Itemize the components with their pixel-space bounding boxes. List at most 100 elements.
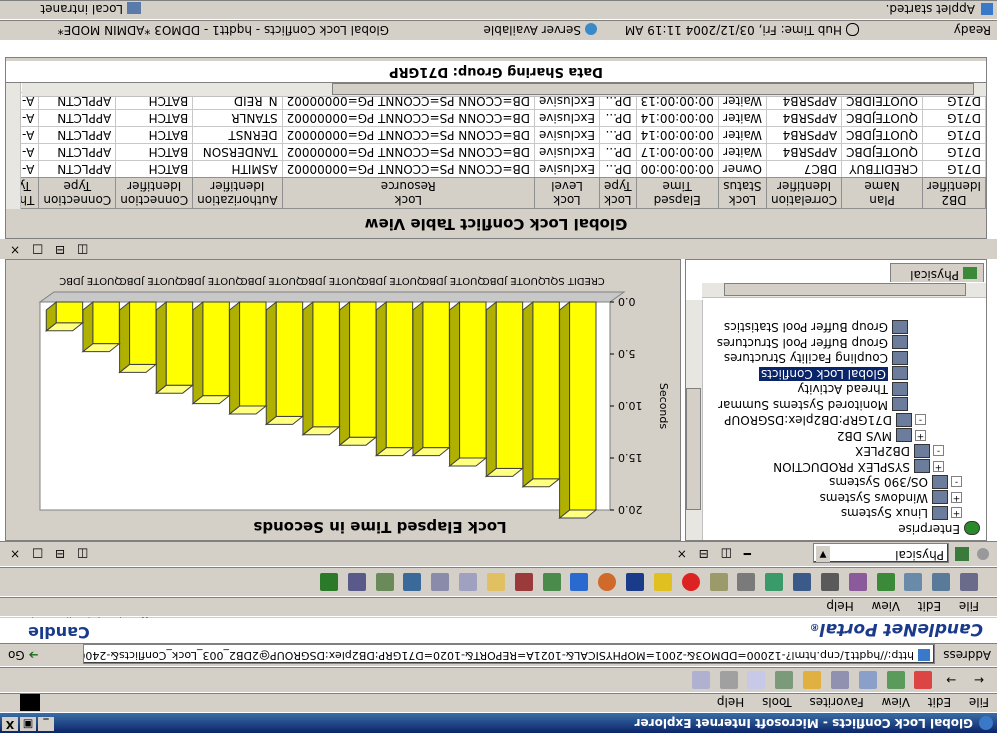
table-row[interactable]: D71G QUOTEJDBC APPSRB4 Waiter 00:00:00:14 DP.…	[6, 126, 986, 144]
tree-item[interactable]: - D71GRP:DB2plex:DSGROUP	[724, 413, 926, 428]
collapse-icon[interactable]: -	[915, 414, 926, 426]
navigator-view-select[interactable]: Physical ▼	[813, 543, 949, 563]
table-maximize-icon[interactable]: □	[32, 243, 43, 257]
menu-help[interactable]: Help	[717, 695, 744, 709]
mail-icon[interactable]	[747, 671, 766, 689]
address-input[interactable]: http://hqdtt1/cnp.html?-12000=DDMO3&-200…	[83, 644, 935, 664]
search-icon[interactable]	[830, 671, 849, 689]
menu-file[interactable]: File	[969, 695, 989, 709]
gauge-icon[interactable]	[514, 573, 533, 591]
app-menu-help[interactable]: Help	[826, 599, 853, 613]
tree-item[interactable]: Group Buffer Pool Structures	[717, 335, 908, 350]
table-split-horizontal-icon[interactable]: ⊟	[55, 243, 65, 257]
tree-item[interactable]: Coupling Facility Structures	[724, 351, 908, 366]
split-horizontal-icon[interactable]: ⊟	[699, 547, 709, 561]
column-header[interactable]: Lock Status	[718, 177, 767, 209]
column-header[interactable]: Connection Type	[38, 177, 116, 209]
maximize-button[interactable]: ▣	[20, 717, 36, 731]
column-header[interactable]: Lock Resource	[282, 177, 535, 209]
column-header[interactable]: DB2 Identifier	[922, 177, 986, 209]
column-header[interactable]: Elapsed Time	[636, 177, 719, 209]
menu-edit[interactable]: Edit	[928, 695, 951, 709]
table-row[interactable]: D71G QUOTEJDBC APPSRB4 Waiter 00:00:00:14 DP.…	[6, 109, 986, 127]
bar-chart-icon[interactable]	[570, 573, 589, 591]
menu-favorites[interactable]: Favorites	[809, 695, 863, 709]
browser-icon[interactable]	[403, 573, 422, 591]
column-header[interactable]: Connection Identifier	[115, 177, 193, 209]
tree-item[interactable]: Global Lock Conflicts	[758, 366, 908, 381]
close-pane-icon[interactable]: ×	[677, 547, 687, 561]
save-icon[interactable]	[960, 573, 978, 591]
collapse-icon[interactable]: -	[951, 476, 962, 488]
tree-item[interactable]: Thread Activity	[797, 382, 908, 397]
terminal-icon[interactable]	[375, 573, 394, 591]
app-menu-file[interactable]: File	[959, 599, 979, 613]
table-split-vertical-icon[interactable]: ◫	[77, 243, 88, 257]
favorites-icon[interactable]	[803, 671, 822, 689]
back-icon[interactable]: ←	[970, 671, 988, 689]
properties-icon[interactable]	[904, 573, 923, 591]
split-vertical-icon[interactable]: ◫	[721, 547, 732, 561]
table-scrollbar-v[interactable]	[6, 83, 21, 209]
app-menu-view[interactable]: View	[872, 599, 900, 613]
chart-split-vertical-icon[interactable]: ◫	[77, 547, 88, 561]
menu-tools[interactable]: Tools	[762, 695, 792, 709]
history-app-icon[interactable]	[709, 573, 728, 591]
column-header[interactable]: Plan Name	[841, 177, 923, 209]
table-close-icon[interactable]: ×	[10, 243, 20, 257]
pause-icon[interactable]	[737, 573, 756, 591]
column-header[interactable]: Correlation Identifier	[766, 177, 842, 209]
stop-icon[interactable]	[914, 671, 933, 689]
table-h-thumb[interactable]	[332, 83, 974, 95]
minimize-button[interactable]: _	[38, 717, 54, 731]
tree-item[interactable]: + SYSPLEX PRODUCTION	[773, 459, 944, 474]
history-icon[interactable]	[775, 671, 794, 689]
minimize-pane-icon[interactable]: ━	[744, 547, 751, 561]
tree-item[interactable]: Group Buffer Pool Statistics	[724, 320, 908, 335]
sound-icon[interactable]	[653, 573, 672, 591]
navigator-icon[interactable]	[848, 573, 867, 591]
column-header[interactable]: Authorization Identifier	[192, 177, 283, 209]
table-row[interactable]: D71G QUOTEJDBC APPSRB4 Waiter 00:00:00:17 DP.…	[6, 143, 986, 161]
tree-scrollbar-v[interactable]	[686, 300, 703, 540]
h-scroll-thumb[interactable]	[724, 283, 966, 296]
table-scrollbar-h[interactable]	[22, 83, 986, 97]
forward-icon[interactable]: →	[942, 671, 961, 689]
tree-item[interactable]: Enterprise	[898, 521, 980, 536]
tree-item[interactable]: Monitored Systems Summar	[718, 397, 908, 412]
workspace-icon[interactable]	[793, 573, 812, 591]
plot-chart-icon[interactable]	[542, 573, 561, 591]
notepad-icon[interactable]	[486, 573, 505, 591]
refresh-app-icon[interactable]	[765, 573, 784, 591]
chart-maximize-icon[interactable]: □	[32, 547, 43, 561]
navigator-tab[interactable]: Physical	[890, 263, 984, 282]
tree-item[interactable]: - OS/390 Systems	[829, 475, 962, 490]
app-menu-edit[interactable]: Edit	[918, 599, 941, 613]
pie-chart-icon[interactable]	[598, 573, 617, 591]
situation-icon[interactable]	[876, 573, 895, 591]
column-header[interactable]: Lock Type	[599, 177, 637, 209]
scroll-thumb[interactable]	[686, 388, 701, 510]
expand-icon[interactable]: +	[915, 430, 926, 441]
event-console-icon[interactable]	[459, 573, 478, 591]
tree-item[interactable]: + Linux Systems	[841, 506, 962, 521]
take-action-icon[interactable]	[319, 573, 338, 591]
expand-icon[interactable]: +	[951, 492, 962, 503]
tree-item[interactable]: - DB2PLEX	[855, 444, 944, 459]
query-icon[interactable]	[820, 573, 839, 591]
tree-item[interactable]: + MVS DB2	[837, 428, 926, 443]
new-window-icon[interactable]	[932, 573, 951, 591]
message-log-icon[interactable]	[431, 573, 450, 591]
refresh-icon[interactable]	[886, 671, 905, 689]
collapse-icon[interactable]: -	[933, 445, 944, 457]
close-button[interactable]: X	[2, 717, 18, 731]
expand-icon[interactable]: +	[951, 507, 962, 519]
tree-scrollbar-h[interactable]	[702, 283, 986, 298]
menu-view[interactable]: View	[882, 695, 910, 709]
print-icon[interactable]	[719, 671, 738, 689]
table-view-icon[interactable]	[626, 573, 645, 591]
chart-split-horizontal-icon[interactable]: ⊟	[55, 547, 65, 561]
stop-app-icon[interactable]	[681, 573, 700, 591]
tree-item[interactable]: + Windows Systems	[820, 490, 962, 505]
edit-icon[interactable]	[691, 671, 710, 689]
